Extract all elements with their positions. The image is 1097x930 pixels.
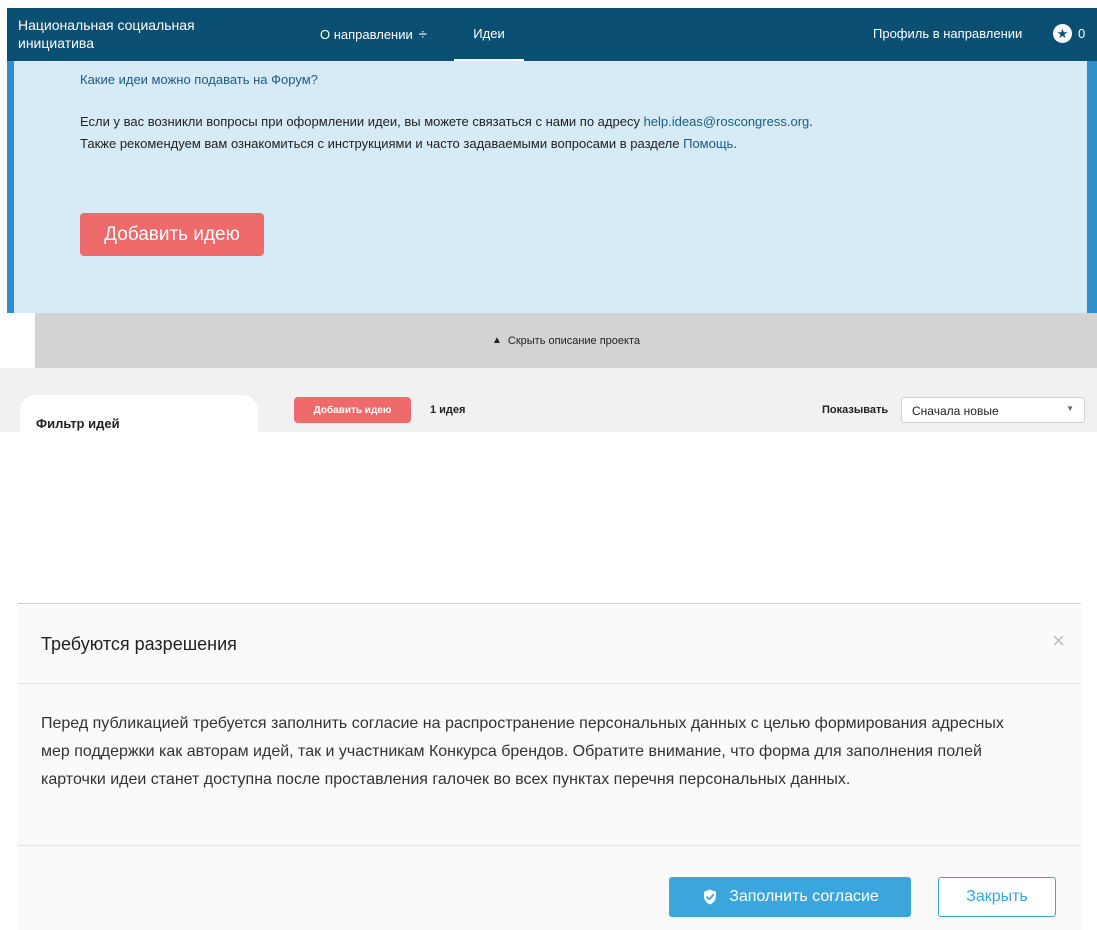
sort-label: Показывать	[822, 404, 889, 416]
modal-header: Требуются разрешения ×	[18, 604, 1081, 684]
help-end: .	[733, 136, 737, 151]
contact-paragraph: Если у вас возникли вопросы при оформлен…	[80, 114, 813, 129]
chevron-down-icon: ▼	[1066, 404, 1074, 413]
ideas-filter-title: Фильтр идей	[36, 416, 120, 431]
sort-selected-value: Сначала новые	[912, 404, 999, 418]
modal-title: Требуются разрешения	[41, 634, 237, 654]
contact-end: .	[809, 114, 813, 129]
project-description-panel: Какие идеи можно подавать на Форум? Если…	[7, 61, 1097, 313]
contact-text: Если у вас возникли вопросы при оформлен…	[80, 114, 640, 129]
close-icon[interactable]: ×	[1052, 628, 1065, 654]
modal-message: Перед публикацией требуется заполнить со…	[41, 715, 1004, 788]
chevron-up-icon: ▲	[491, 335, 502, 346]
fill-consent-label: Заполнить согласие	[729, 888, 879, 905]
forum-ideas-link[interactable]: Какие идеи можно подавать на Форум?	[80, 72, 318, 87]
help-email-link[interactable]: help.ideas@roscongress.org	[644, 114, 810, 129]
permissions-modal: Требуются разрешения × Перед публикацией…	[18, 603, 1081, 930]
help-paragraph: Также рекомендуем вам ознакомиться с инс…	[80, 136, 737, 151]
help-text: Также рекомендуем вам ознакомиться с инс…	[80, 136, 680, 151]
ideas-filter-card: Фильтр идей	[20, 395, 258, 435]
ideas-toolbar: Фильтр идей Добавить идею 1 идея Показыв…	[0, 368, 1097, 435]
nav-ideas-tab[interactable]: Идеи	[454, 8, 524, 61]
nav-profile-link[interactable]: Профиль в направлении	[873, 26, 1022, 41]
star-icon: ★	[1053, 24, 1072, 43]
hide-description-label: Скрыть описание проекта	[507, 334, 641, 347]
sort-select[interactable]: Сначала новые ▼	[901, 397, 1085, 423]
points-value: 0	[1078, 26, 1086, 41]
close-modal-button[interactable]: Закрыть	[938, 877, 1056, 917]
add-idea-button-large[interactable]: Добавить идею	[80, 213, 264, 256]
divide-icon: ÷	[418, 26, 427, 43]
points-counter[interactable]: ★ 0	[1053, 24, 1085, 43]
hide-description-toggle[interactable]: ▲ Скрыть описание проекта	[35, 313, 1097, 368]
nav-about-label: О направлении	[320, 27, 413, 42]
shield-check-icon	[704, 889, 717, 905]
add-idea-button-small[interactable]: Добавить идею	[294, 397, 411, 423]
modal-body: Перед публикацией требуется заполнить со…	[18, 684, 1081, 846]
top-navbar: Национальная социальная инициатива О нап…	[7, 8, 1097, 61]
help-section-link[interactable]: Помощь	[683, 136, 733, 151]
brand-title[interactable]: Национальная социальная инициатива	[18, 16, 238, 52]
nav-about-direction[interactable]: О направлении ÷	[320, 26, 427, 43]
ideas-count: 1 идея	[430, 404, 466, 416]
fill-consent-button[interactable]: Заполнить согласие	[669, 877, 911, 917]
